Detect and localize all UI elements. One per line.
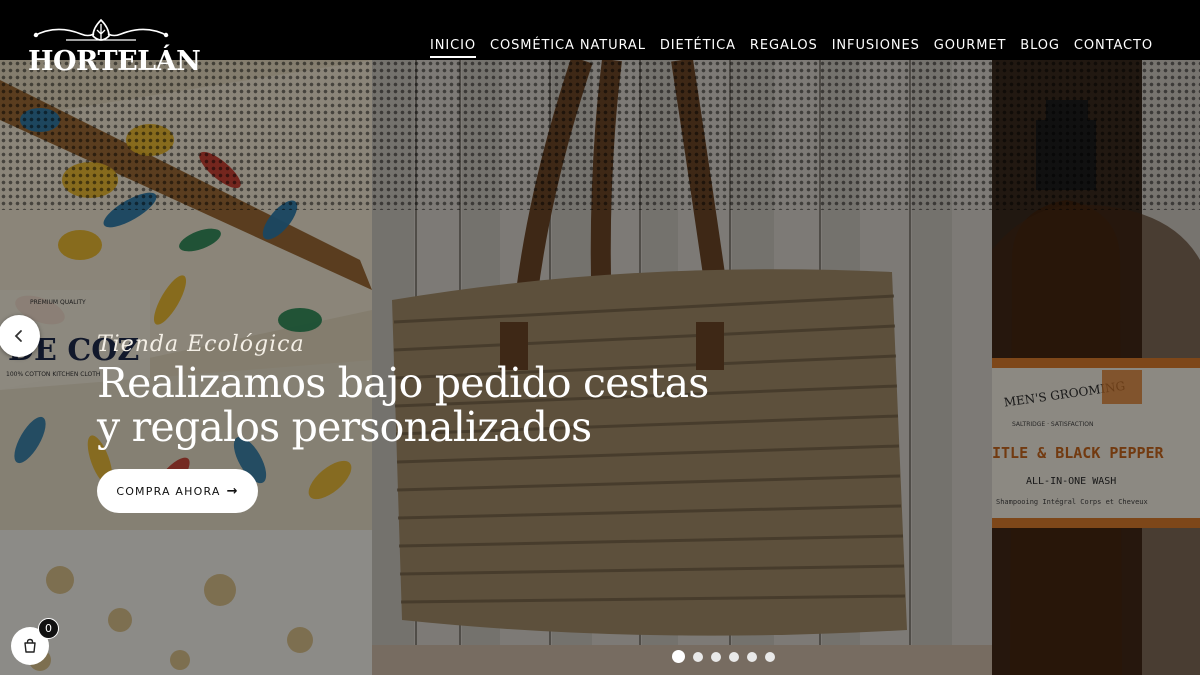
- slider-dot-1[interactable]: [672, 650, 685, 663]
- slider-pagination: [672, 650, 775, 663]
- slider-prev-button[interactable]: [0, 315, 40, 357]
- nav-item-cosmetica-natural[interactable]: COSMÉTICA NATURAL: [490, 38, 646, 58]
- hero-headline: Realizamos bajo pedido cestas y regalos …: [97, 359, 709, 451]
- slider-dot-5[interactable]: [747, 651, 757, 662]
- chevron-left-icon: [14, 330, 22, 342]
- nav-item-dietetica[interactable]: DIETÉTICA: [660, 38, 736, 58]
- logo-ornament-icon: [33, 18, 169, 41]
- hero-headline-line-1: Realizamos bajo pedido cestas: [97, 359, 709, 407]
- nav-item-inicio[interactable]: INICIO: [430, 38, 476, 58]
- cta-label: COMPRA AHORA: [116, 484, 221, 498]
- slider-dot-3[interactable]: [711, 651, 721, 662]
- cart-count-badge: 0: [38, 618, 59, 639]
- nav-item-infusiones[interactable]: INFUSIONES: [832, 38, 920, 58]
- slider-dot-4[interactable]: [729, 651, 739, 662]
- brand-name: HORTELÁN: [28, 46, 201, 77]
- slider-dot-6[interactable]: [765, 651, 775, 662]
- slider-dot-2[interactable]: [693, 651, 703, 662]
- hero-kicker: Tienda Ecológica: [97, 332, 305, 357]
- hero-headline-line-2: y regalos personalizados: [97, 403, 592, 451]
- shopping-bag-icon: [24, 638, 36, 653]
- hero-slider: DE COZ 100% COTTON KITCHEN CLOTH PREMIUM…: [0, 60, 1200, 675]
- nav-item-regalos[interactable]: REGALOS: [750, 38, 818, 58]
- main-navigation: INICIO COSMÉTICA NATURAL DIETÉTICA REGAL…: [430, 38, 1153, 58]
- site-logo[interactable]: HORTELÁN: [26, 16, 201, 78]
- compra-ahora-button[interactable]: COMPRA AHORA →: [97, 469, 258, 513]
- nav-item-blog[interactable]: BLOG: [1020, 38, 1060, 58]
- hero-text-block: Tienda Ecológica Realizamos bajo pedido …: [97, 332, 709, 451]
- nav-item-contacto[interactable]: CONTACTO: [1074, 38, 1153, 58]
- nav-item-gourmet[interactable]: GOURMET: [934, 38, 1007, 58]
- arrow-right-icon: →: [226, 483, 239, 499]
